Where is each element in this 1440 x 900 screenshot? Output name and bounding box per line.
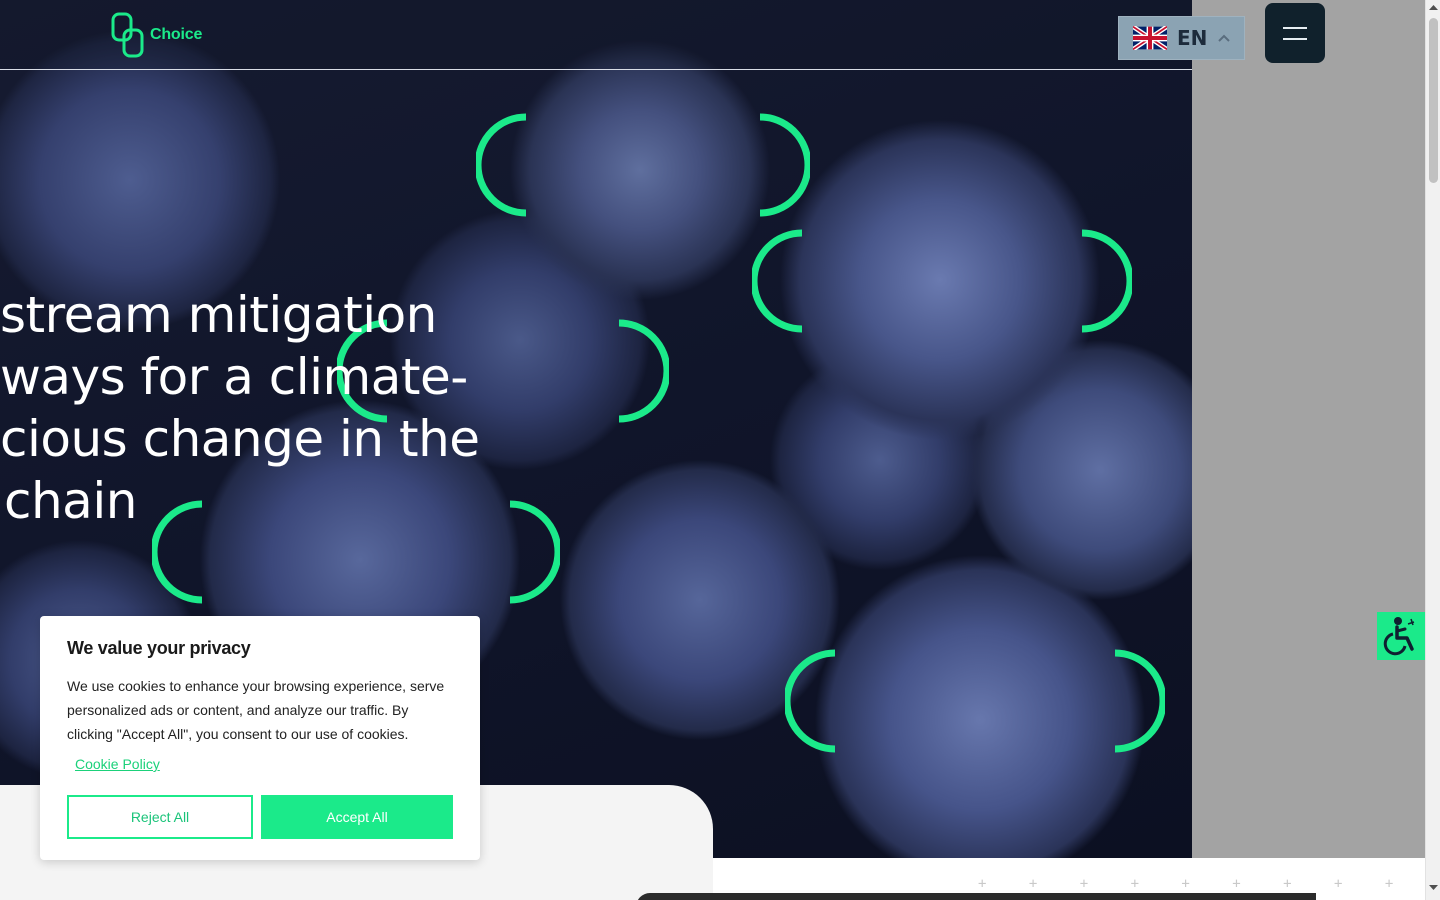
plus-pattern: + + + + + + + + + + + + + + + xyxy=(978,876,1440,892)
page: Choice EN stream mitigation ways for a c… xyxy=(0,0,1440,900)
headline-line-4: chain xyxy=(4,472,137,530)
cookie-title: We value your privacy xyxy=(67,638,251,658)
cookie-actions: Reject All Accept All xyxy=(67,795,453,839)
cookie-policy-link[interactable]: Cookie Policy xyxy=(75,756,160,772)
language-code: EN xyxy=(1177,26,1208,50)
hero-headline: stream mitigation ways for a climate- ci… xyxy=(0,284,520,532)
headline-line-1: stream mitigation xyxy=(0,286,437,344)
accessibility-icon xyxy=(1383,617,1415,656)
side-panel xyxy=(1192,0,1425,858)
hamburger-menu-icon-line xyxy=(1283,37,1307,40)
scroll-up-arrow-icon[interactable] xyxy=(1426,4,1440,16)
cookie-consent-dialog: We value your privacy We use cookies to … xyxy=(40,616,480,860)
focus-bracket-2 xyxy=(752,229,1132,333)
scroll-down-arrow-icon[interactable] xyxy=(1426,884,1440,896)
accept-all-button[interactable]: Accept All xyxy=(261,795,453,839)
cookie-description: We use cookies to enhance your browsing … xyxy=(67,678,445,742)
scrollbar-thumb[interactable] xyxy=(1429,18,1438,183)
dark-section-edge xyxy=(636,893,1316,900)
hamburger-menu-button[interactable] xyxy=(1265,3,1325,63)
page-scrollbar[interactable] xyxy=(1425,0,1440,900)
headline-line-2: ways for a climate- xyxy=(0,348,468,406)
hamburger-menu-icon xyxy=(1283,26,1307,29)
choice-logo-icon xyxy=(111,12,144,58)
chevron-up-icon xyxy=(1218,34,1231,42)
reject-all-button[interactable]: Reject All xyxy=(67,795,253,839)
logo[interactable]: Choice xyxy=(110,11,202,59)
focus-bracket-1 xyxy=(476,113,810,217)
logo-text: Choice xyxy=(150,26,203,43)
language-selector[interactable]: EN xyxy=(1118,16,1245,60)
accessibility-button[interactable] xyxy=(1377,612,1425,660)
headline-line-3: cious change in the xyxy=(0,410,480,468)
uk-flag-icon xyxy=(1133,26,1167,50)
focus-bracket-5 xyxy=(785,649,1165,753)
